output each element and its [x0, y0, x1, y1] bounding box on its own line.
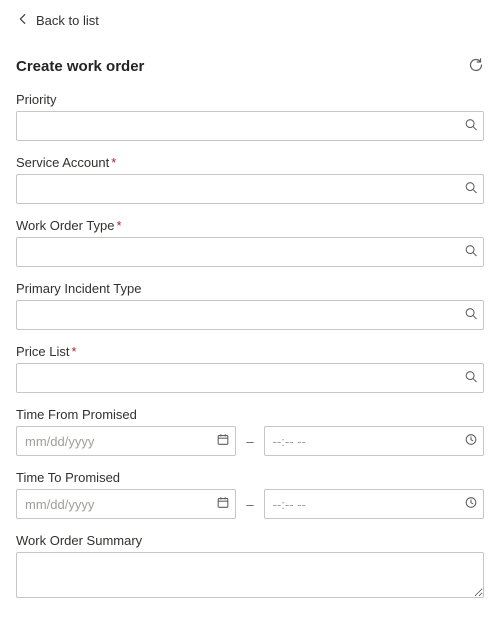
time-to-label: Time To Promised — [16, 470, 120, 485]
time-from-time-input[interactable] — [264, 426, 484, 456]
priority-label: Priority — [16, 92, 56, 107]
page-title: Create work order — [16, 58, 144, 75]
back-to-list-label: Back to list — [36, 13, 99, 28]
service-account-input[interactable] — [16, 174, 484, 204]
required-mark: * — [111, 155, 116, 170]
service-account-label: Service Account — [16, 155, 109, 170]
refresh-icon[interactable] — [468, 57, 484, 76]
price-list-label: Price List — [16, 344, 69, 359]
work-order-type-label: Work Order Type — [16, 218, 115, 233]
required-mark: * — [71, 344, 76, 359]
required-mark: * — [117, 218, 122, 233]
datetime-separator: – — [246, 434, 253, 449]
arrow-left-icon — [16, 12, 30, 29]
primary-incident-type-label: Primary Incident Type — [16, 281, 141, 296]
summary-label: Work Order Summary — [16, 533, 142, 548]
datetime-separator: – — [246, 497, 253, 512]
primary-incident-type-input[interactable] — [16, 300, 484, 330]
time-from-date-input[interactable] — [16, 426, 236, 456]
back-to-list-link[interactable]: Back to list — [16, 12, 99, 29]
summary-textarea[interactable] — [16, 552, 484, 598]
time-from-label: Time From Promised — [16, 407, 137, 422]
time-to-date-input[interactable] — [16, 489, 236, 519]
work-order-type-input[interactable] — [16, 237, 484, 267]
time-to-time-input[interactable] — [264, 489, 484, 519]
priority-input[interactable] — [16, 111, 484, 141]
price-list-input[interactable] — [16, 363, 484, 393]
